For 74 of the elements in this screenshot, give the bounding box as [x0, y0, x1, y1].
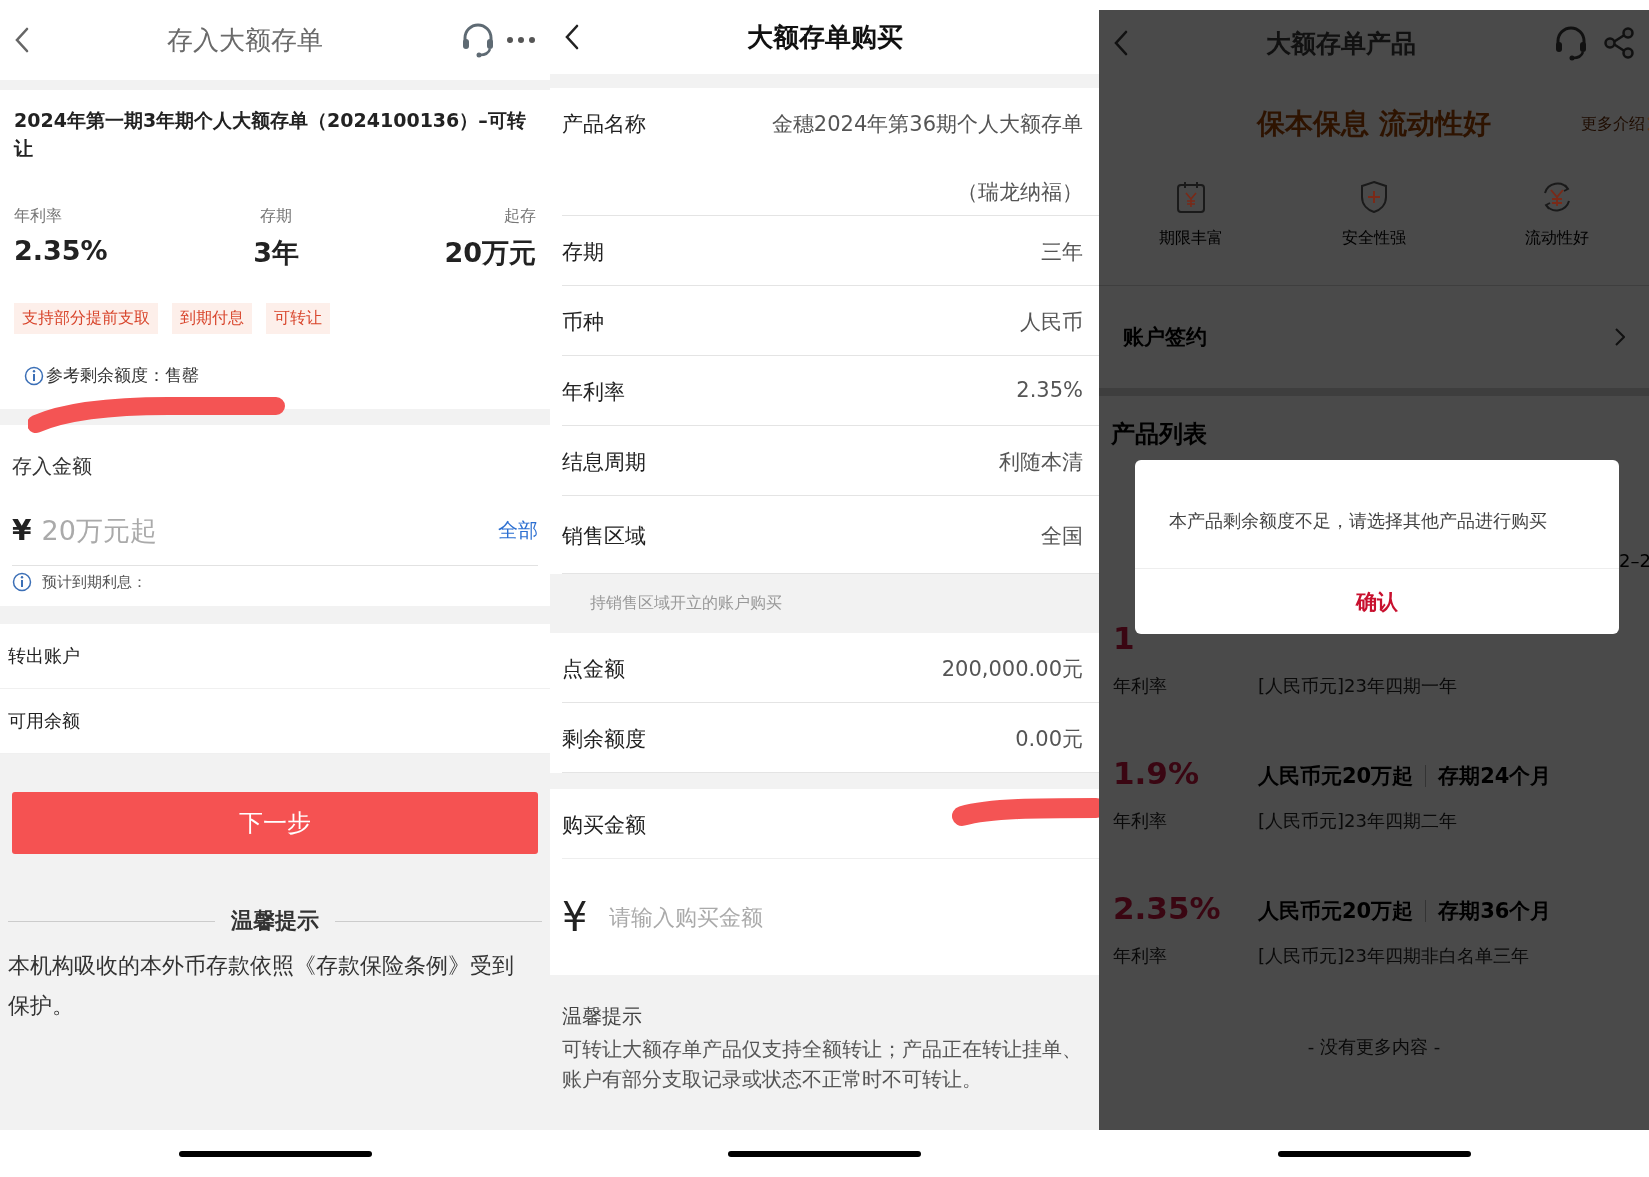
- row-value: 0.00元: [1015, 726, 1083, 753]
- all-link[interactable]: 全部: [498, 517, 538, 544]
- list-end-note: - 没有更多内容 -: [1306, 1035, 1442, 1059]
- row-value: 全国: [1041, 523, 1083, 550]
- page-title: 大额存单产品: [1265, 27, 1417, 60]
- term-text: 存期36个月: [1438, 898, 1552, 925]
- calendar-icon: [1175, 180, 1206, 214]
- rate-value: 1.9%: [1113, 755, 1200, 793]
- row-label: 存期: [562, 239, 604, 266]
- row-label: 年利率: [562, 379, 625, 406]
- row-value: 人民币: [1020, 309, 1083, 336]
- quota-note: 参考剩余额度：售罄: [46, 364, 199, 387]
- shield-icon: [1359, 180, 1389, 214]
- page-title: 大额存单购买: [745, 20, 904, 54]
- headset-icon[interactable]: [460, 22, 496, 58]
- currency-symbol: ¥: [562, 894, 588, 940]
- tips-title: 温馨提示: [231, 907, 319, 935]
- feature-label: 安全性强: [1342, 228, 1406, 249]
- product-text: 2–2: [1619, 550, 1649, 571]
- feature-tag: 可转让: [266, 303, 330, 334]
- slogan: 保本保息 流动性好: [1257, 106, 1491, 142]
- row-value: 三年: [1041, 239, 1083, 266]
- tips-text: 本机构吸收的本外币存款依照《存款保险条例》受到保护。: [8, 952, 515, 1020]
- row-label: 销售区域: [562, 523, 646, 550]
- purchase-label: 购买金额: [562, 812, 646, 839]
- rate-label: 年利率: [1113, 809, 1168, 833]
- product-name: 2024年第一期3年期个人大额存单（2024100136）–可转让: [14, 108, 527, 161]
- min-amount: 人民币元20万起: [1258, 763, 1414, 790]
- amount-label: 存入金额: [12, 453, 93, 480]
- chevron-icon: [1615, 328, 1625, 346]
- row-label: 点金额: [562, 656, 625, 683]
- row-value: 200,000.00元: [941, 656, 1083, 683]
- row-label: 币种: [562, 309, 604, 336]
- product-title: [人民币元]23年四期二年: [1258, 809, 1458, 833]
- row-value: （瑞龙纳福）: [957, 179, 1083, 206]
- list-title: 产品列表: [1110, 419, 1208, 450]
- row-value: 金穗2024年第36期个人大额存单: [771, 111, 1083, 138]
- feature-tag: 到期付息: [172, 303, 252, 334]
- next-button[interactable]: 下一步: [12, 792, 538, 854]
- rate-value: 2.35%: [1113, 890, 1222, 928]
- stat-label: 存期: [260, 206, 293, 227]
- info-icon: [12, 572, 32, 592]
- stat-label: 年利率: [14, 206, 63, 227]
- feature-label: 期限丰富: [1158, 228, 1223, 249]
- feature-label: 流动性好: [1525, 228, 1590, 249]
- stat-value: 3年: [253, 236, 299, 270]
- more-icon[interactable]: [506, 36, 536, 44]
- min-amount: 人民币元20万起: [1258, 898, 1414, 925]
- amount-field[interactable]: 20万元起: [39, 514, 490, 547]
- term-text: 存期24个月: [1438, 763, 1552, 790]
- page-title: 存入大额存单: [166, 23, 324, 57]
- interest-note: 预计到期利息：: [42, 572, 147, 592]
- row-value: 利随本清: [999, 449, 1083, 476]
- tips-title: 温馨提示: [562, 1003, 643, 1030]
- feature-tag: 支持部分提前支取: [14, 303, 158, 334]
- dialog-message: 本产品剩余额度不足，请选择其他产品进行购买: [1168, 509, 1548, 533]
- currency-symbol: ¥: [12, 514, 32, 547]
- rate-label: 年利率: [1113, 674, 1168, 698]
- back-icon[interactable]: [564, 23, 580, 51]
- stat-label: 起存: [504, 206, 536, 227]
- row-label: 结息周期: [562, 449, 646, 476]
- rate-label: 年利率: [1113, 944, 1168, 968]
- amount-field[interactable]: 请输入购买金额: [607, 903, 1099, 931]
- row-label: 产品名称: [562, 111, 646, 138]
- confirm-button[interactable]: 确认: [1135, 568, 1619, 634]
- row-value: 2.35%: [1016, 378, 1083, 402]
- tips-text: 可转让大额存单产品仅支持全额转让；产品正在转让挂单、账户有部分支取记录或状态不正常时不可转让。: [562, 1036, 1083, 1093]
- stat-value: 20万元: [444, 236, 536, 270]
- info-icon: [24, 365, 44, 386]
- region-note: 持销售区域开立的账户购买: [590, 593, 782, 614]
- product-title: [人民币元]23年四期非白名单三年: [1258, 944, 1530, 968]
- row-label: 剩余额度: [562, 726, 646, 753]
- stat-value: 2.35%: [14, 235, 108, 266]
- rate-value: 1: [1113, 620, 1136, 658]
